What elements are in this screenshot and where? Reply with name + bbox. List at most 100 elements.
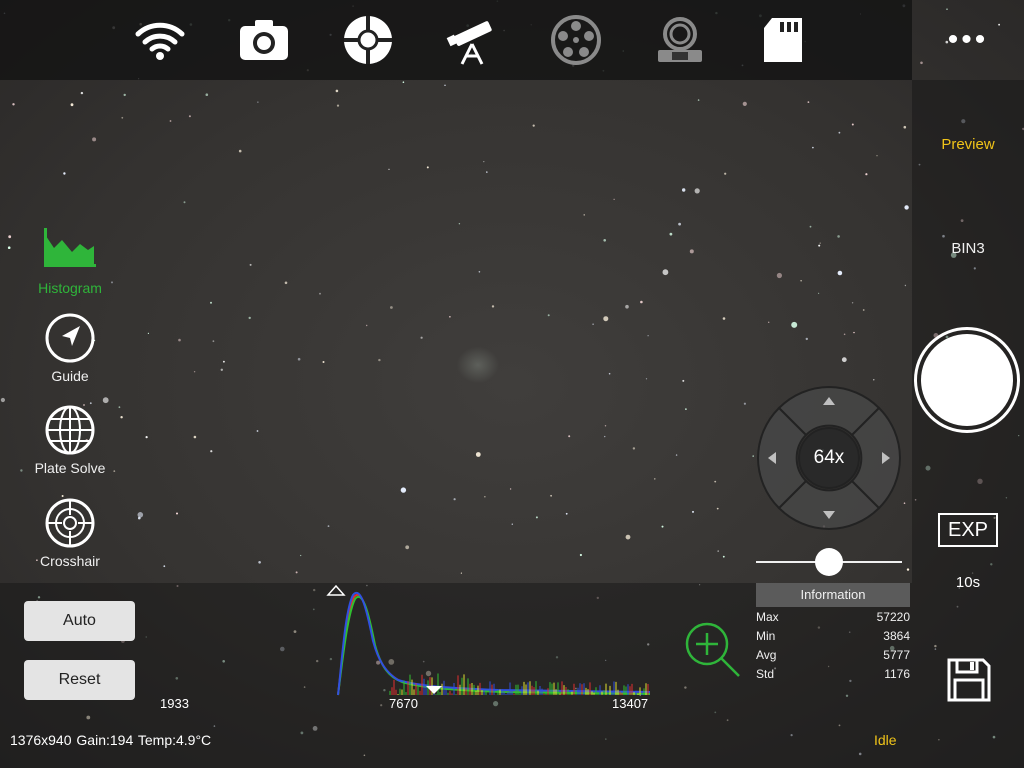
star (592, 323, 594, 326)
star (722, 317, 726, 320)
sd-card-icon[interactable] (758, 14, 810, 66)
capture-mode-label[interactable]: Preview (912, 136, 1024, 153)
star (336, 104, 340, 107)
binning-label[interactable]: BIN3 (912, 240, 1024, 257)
tool-crosshair[interactable]: Crosshair (20, 495, 120, 569)
star (63, 172, 66, 175)
tool-guide[interactable]: Guide (20, 310, 120, 384)
star (491, 305, 495, 308)
star (400, 487, 407, 493)
star (722, 555, 725, 558)
star (873, 379, 875, 381)
star (613, 198, 615, 200)
info-value: 3864 (883, 629, 910, 643)
star (335, 89, 339, 93)
filter-wheel-icon[interactable] (550, 14, 602, 66)
star (509, 488, 512, 490)
more-options-button[interactable]: ••• (912, 0, 1024, 80)
information-header[interactable]: Information (756, 583, 910, 607)
star (169, 120, 172, 122)
save-icon[interactable] (945, 656, 993, 704)
auto-stretch-button[interactable]: Auto (24, 601, 135, 641)
star (654, 478, 656, 480)
star (147, 332, 149, 334)
star (776, 272, 783, 279)
tool-plate-solve[interactable]: Plate Solve (20, 402, 120, 476)
star (547, 314, 550, 317)
focuser-icon[interactable] (654, 14, 706, 66)
star (223, 360, 225, 363)
star (805, 337, 808, 341)
star (692, 510, 694, 513)
star (257, 101, 259, 103)
star (837, 270, 843, 276)
crosshair-icon (42, 495, 98, 551)
star (258, 561, 261, 564)
star (818, 292, 820, 294)
star (426, 166, 429, 169)
star (603, 239, 606, 242)
star (768, 321, 770, 323)
histogram-chart[interactable] (320, 583, 665, 703)
star (123, 93, 126, 97)
star (238, 149, 242, 153)
star (632, 447, 636, 450)
star (297, 357, 301, 361)
star (865, 173, 868, 176)
guide-arrow-icon (42, 310, 98, 366)
star (205, 93, 209, 96)
star (388, 168, 390, 170)
star (163, 565, 166, 568)
camera-icon[interactable] (238, 14, 290, 66)
telescope-icon[interactable] (446, 14, 498, 66)
star (120, 416, 123, 419)
star (807, 101, 810, 103)
histogram-black-point-marker[interactable] (326, 584, 346, 596)
star (662, 269, 669, 276)
star (70, 103, 74, 107)
star (682, 379, 685, 382)
star (319, 292, 321, 295)
star (841, 357, 847, 363)
star (420, 336, 423, 339)
star (145, 436, 148, 439)
histogram-green-curve (337, 595, 651, 696)
info-value: 1176 (884, 667, 910, 681)
star (378, 358, 381, 362)
camera-state-text: Idle (874, 732, 897, 748)
star (532, 124, 535, 127)
star (284, 281, 288, 285)
star (80, 91, 84, 95)
gain-text: Gain:194 (76, 732, 134, 748)
wifi-icon[interactable] (134, 14, 186, 66)
star (724, 172, 727, 175)
info-key: Std (756, 667, 775, 681)
exposure-button[interactable]: EXP (938, 513, 998, 547)
zoom-level-label: 64x (813, 447, 845, 468)
star (92, 137, 97, 142)
top-toolbar (0, 0, 912, 80)
focus-crosshair-icon[interactable] (342, 14, 394, 66)
zoom-slider-thumb[interactable] (815, 548, 843, 576)
star (716, 507, 719, 510)
star (176, 512, 178, 515)
star (645, 378, 648, 380)
star (843, 333, 846, 336)
tool-histogram[interactable]: Histogram (20, 222, 120, 296)
reset-stretch-button[interactable]: Reset (24, 660, 135, 700)
star (248, 316, 251, 320)
star (682, 188, 686, 192)
star (8, 235, 12, 239)
star (583, 214, 585, 216)
histogram-red-curve (337, 593, 651, 696)
star (402, 81, 405, 83)
star (460, 572, 462, 574)
star (193, 371, 196, 373)
zoom-slider[interactable] (756, 548, 902, 576)
shutter-button[interactable] (914, 327, 1020, 433)
zoom-in-icon[interactable] (683, 620, 743, 680)
star (675, 454, 678, 456)
histogram-icon (42, 222, 98, 278)
star (322, 361, 325, 363)
star (800, 280, 802, 282)
